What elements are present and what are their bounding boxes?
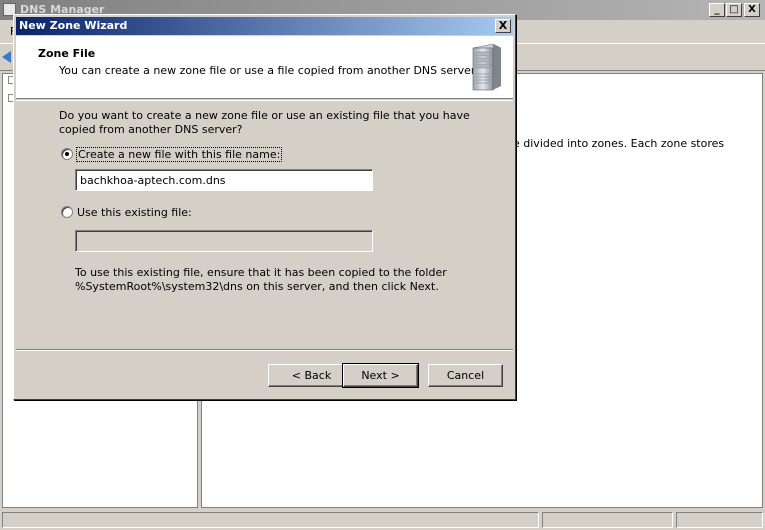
use-existing-file-label[interactable]: Use this existing file:	[77, 206, 192, 219]
wizard-titlebar[interactable]: New Zone Wizard X	[16, 17, 513, 35]
status-segment	[676, 512, 763, 528]
next-button[interactable]: Next >	[342, 363, 419, 388]
page-subtitle: You can create a new zone file or use a …	[59, 64, 478, 77]
content-description: e divided into zones. Each zone stores	[513, 137, 725, 150]
header-divider	[16, 100, 513, 101]
status-segment	[542, 512, 673, 528]
status-segment	[2, 512, 539, 528]
page-title: Zone File	[38, 47, 96, 60]
wizard-title: New Zone Wizard	[19, 19, 128, 32]
create-new-file-radio[interactable]	[61, 148, 73, 160]
existing-file-note: To use this existing file, ensure that i…	[75, 266, 447, 293]
zone-file-question: Do you want to create a new zone file or…	[59, 109, 470, 136]
back-arrow-icon[interactable]	[2, 51, 11, 63]
status-bar	[0, 510, 765, 530]
minimize-button[interactable]: _	[709, 3, 725, 17]
new-zone-wizard-dialog: New Zone Wizard X Zone File You can crea…	[13, 14, 516, 400]
server-icon	[472, 43, 502, 91]
wizard-header: Zone File You can create a new zone file…	[16, 36, 513, 99]
cancel-button[interactable]: Cancel	[428, 364, 503, 387]
maximize-button[interactable]: □	[726, 3, 742, 17]
new-file-name-input[interactable]	[75, 169, 373, 191]
footer-divider-highlight	[16, 350, 513, 351]
existing-file-input	[75, 230, 373, 252]
back-button[interactable]: < Back	[268, 364, 355, 387]
create-new-file-label[interactable]: Create a new file with this file name:	[76, 147, 283, 162]
use-existing-file-radio[interactable]	[61, 206, 73, 218]
wizard-close-button[interactable]: X	[495, 19, 511, 33]
close-window-button[interactable]: X	[744, 3, 760, 17]
